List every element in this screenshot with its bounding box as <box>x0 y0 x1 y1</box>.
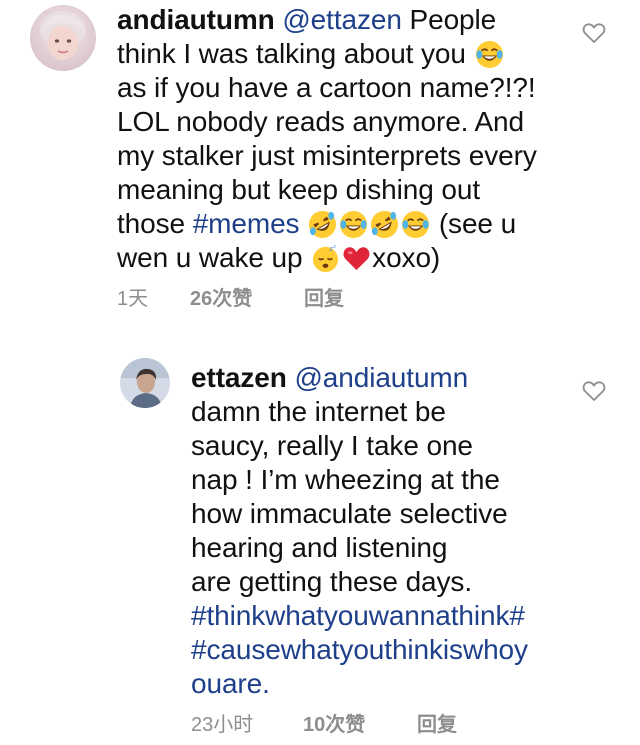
comment-meta: 23小时 10次赞 回复 <box>191 713 491 739</box>
avatar[interactable] <box>120 358 170 408</box>
comment-line: meaning but keep dishing out <box>117 174 481 205</box>
comments-screen: andiautumn @ettazen People think I was t… <box>0 0 640 745</box>
svg-text:z: z <box>333 245 336 250</box>
comment-line: as if you have a cartoon name?!?! <box>117 72 536 103</box>
comment-username[interactable]: ettazen <box>191 362 287 393</box>
comment-username[interactable]: andiautumn <box>117 4 275 35</box>
face-with-tears-of-joy-icon <box>401 210 430 239</box>
comment-line: are getting these days. <box>191 566 472 597</box>
comment-text-segment: xoxo) <box>372 242 441 273</box>
comment-line: my stalker just misinterprets every <box>117 140 537 171</box>
comment-line: saucy, really I take one <box>191 430 473 461</box>
comment-text-segment: those <box>117 208 193 239</box>
hashtag-link[interactable]: #thinkwhatyouwannathink# <box>191 599 528 633</box>
comment-text-segment: (see u <box>431 208 517 239</box>
comment-line: hearing and listening <box>191 532 448 563</box>
comment-line: andiautumn @ettazen People <box>117 3 537 37</box>
like-heart-icon[interactable] <box>582 380 606 402</box>
hashtag-link[interactable]: ouare. <box>191 667 528 701</box>
reply-button[interactable]: 回复 <box>304 287 344 311</box>
comment-line: how immaculate selective <box>191 498 508 529</box>
like-count[interactable]: 10次赞 <box>303 713 365 737</box>
comment-line: damn the internet be <box>191 396 446 427</box>
comment-text-segment: People <box>401 4 497 35</box>
comment-line: think I was talking about you <box>117 37 537 71</box>
comment-line: ettazen @andiautumn <box>191 361 528 395</box>
hashtag-link[interactable]: #memes <box>193 208 300 239</box>
hashtag-link[interactable]: #causewhatyouthinkiswhoy <box>191 633 528 667</box>
comment-line: LOL nobody reads anymore. And <box>117 106 524 137</box>
avatar[interactable] <box>30 5 96 71</box>
comment-line: those #memes (see u <box>117 207 537 241</box>
rolling-on-floor-laughing-icon <box>308 210 337 239</box>
like-heart-icon[interactable] <box>582 22 606 44</box>
comment-text-segment: wen u wake up <box>117 242 311 273</box>
reply-body: ettazen @andiautumn damn the internet be… <box>191 361 528 701</box>
mention-link[interactable]: @andiautumn <box>294 362 468 393</box>
red-heart-icon <box>342 244 371 273</box>
rolling-on-floor-laughing-icon <box>370 210 399 239</box>
comment-body: andiautumn @ettazen People think I was t… <box>117 3 537 275</box>
comment-timestamp: 23小时 <box>191 714 254 736</box>
comment-line: nap ! I’m wheezing at the <box>191 464 500 495</box>
comment-line: wen u wake up zz xoxo) <box>117 241 537 275</box>
sleeping-face-icon: zz <box>311 244 340 273</box>
mention-link[interactable]: @ettazen <box>282 4 402 35</box>
comment-text-segment: think I was talking about you <box>117 38 474 69</box>
comment-meta: 1天 26次赞 回复 <box>117 287 417 313</box>
reply-button[interactable]: 回复 <box>417 713 457 737</box>
like-count[interactable]: 26次赞 <box>190 287 252 311</box>
face-with-tears-of-joy-icon <box>339 210 368 239</box>
comment-timestamp: 1天 <box>117 288 149 310</box>
face-with-tears-of-joy-icon <box>475 40 504 69</box>
